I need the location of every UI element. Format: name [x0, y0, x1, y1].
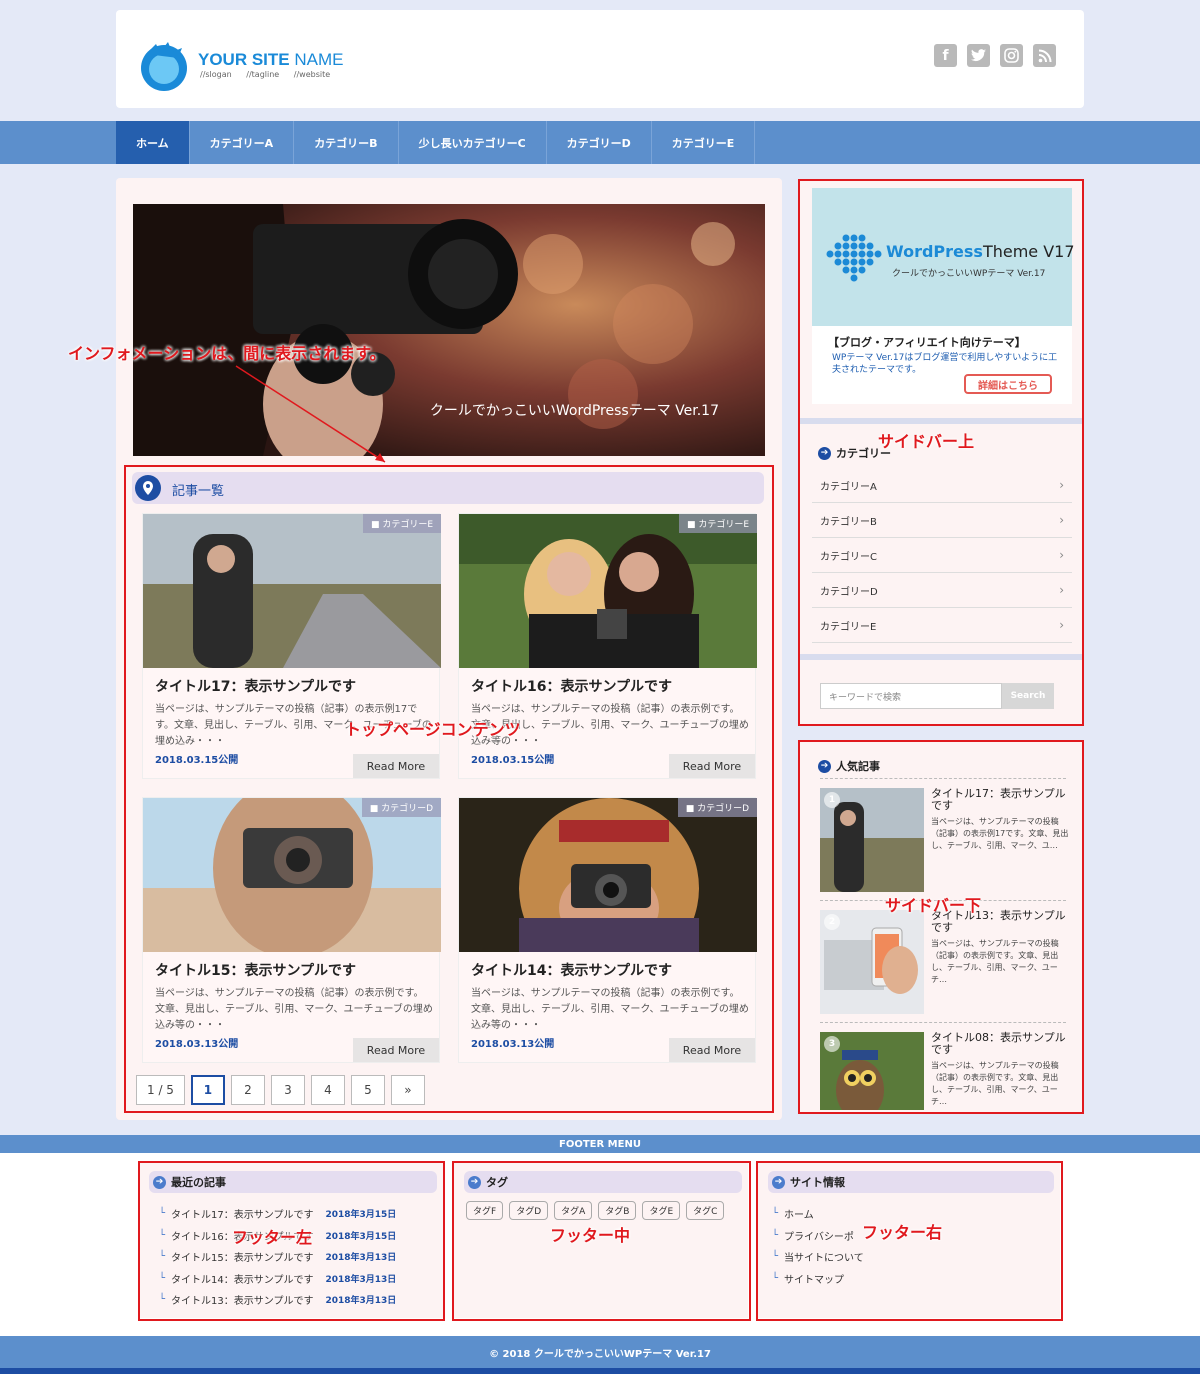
annotation-sidebar-bottom: サイドバー下	[885, 896, 982, 915]
annotation-top-content: トップページコンテンツ	[345, 720, 521, 739]
annotation-footer-right: フッター右	[862, 1223, 943, 1242]
annotation-footer-left: フッター左	[232, 1228, 313, 1247]
annotation-arrow	[235, 365, 386, 463]
annotation-footer-center: フッター中	[550, 1226, 631, 1245]
annotation-sidebar-top: サイドバー上	[878, 432, 975, 451]
annotation-info: インフォメーションは、間に表示されます。	[68, 344, 386, 363]
